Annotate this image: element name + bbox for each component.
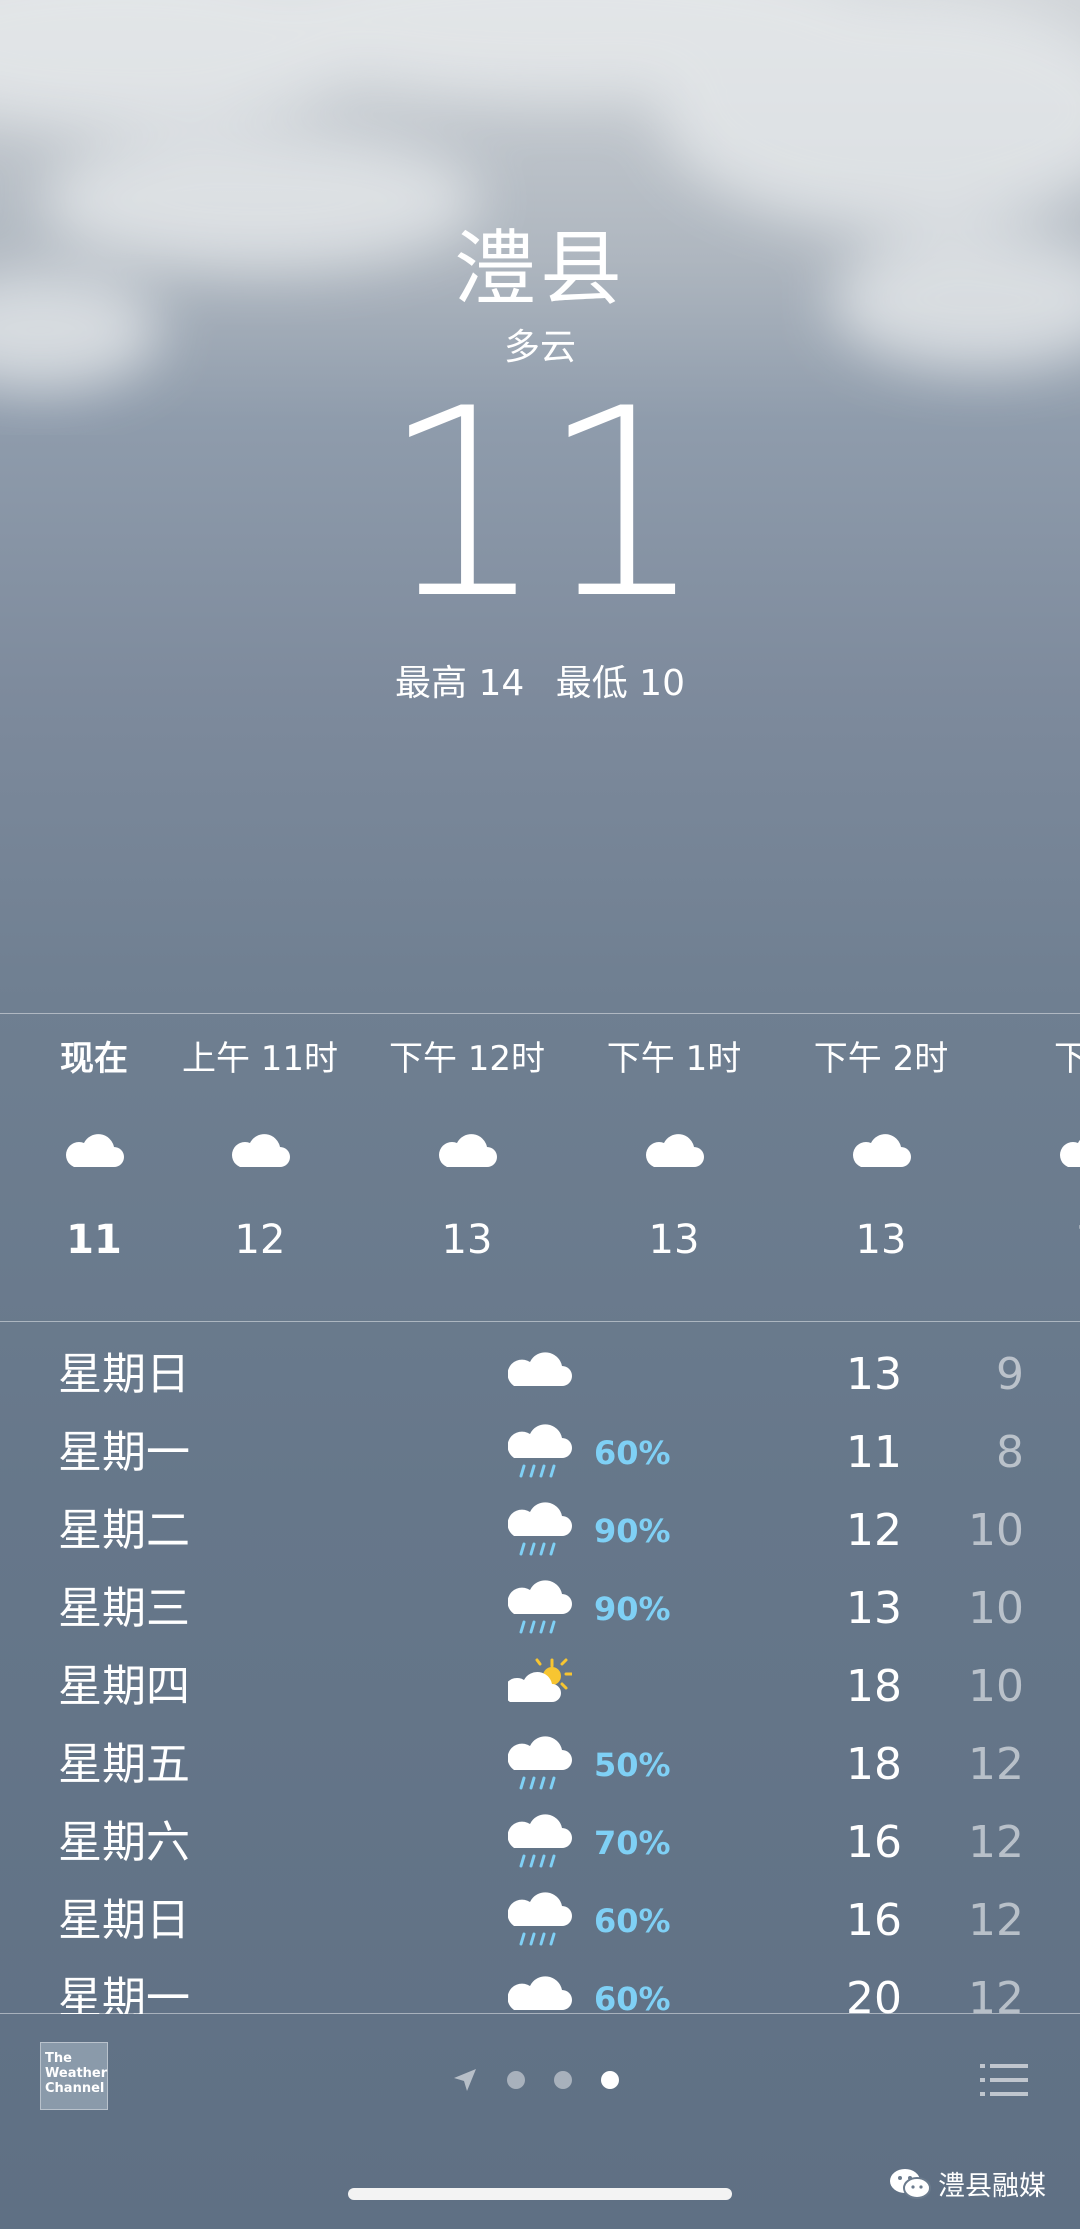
cloud-icon [508,1352,572,1386]
day-name: 星期日 [58,1895,190,1946]
hour-temperature: 12 [234,1217,286,1263]
day-name: 星期三 [58,1583,190,1634]
high-temp: 16 [846,1817,902,1868]
low-temp: 10 [968,1661,1024,1712]
hour-temperature: 13 [441,1217,493,1263]
cloud-icon [853,1134,911,1167]
low-temp: 9 [996,1349,1024,1400]
page-dot [554,2071,572,2089]
daily-row: 星期五 50% 18 12 [0,1726,1080,1804]
hour-label: 下午 1时 [606,1039,742,1079]
weather-channel-logo[interactable]: The Weather Channel [40,2042,108,2110]
low-temp: 12 [968,1739,1024,1790]
high-temp: 16 [846,1895,902,1946]
daily-row: 星期一 60% 20 12 [0,1960,1080,2014]
high-low: 最高 14 最低 10 [0,662,1080,706]
day-name: 星期二 [58,1505,190,1556]
rain-cloud-icon [508,1892,572,1946]
page-indicator[interactable] [452,2060,619,2100]
daily-row: 星期六 70% 16 12 [0,1804,1080,1882]
cloud-icon [439,1134,497,1167]
hourly-item: 下午 12时 13 [367,1014,567,1276]
hour-temperature: 1 [988,1204,1080,1276]
low-temp: 12 [968,1895,1024,1946]
daily-forecast[interactable]: 星期日 13 9 星期一 60% 11 8 星期二 90% 12 10 星期三 … [0,1336,1080,2014]
day-name: 星期四 [58,1661,190,1712]
watermark: 澧县融媒 [888,2164,1046,2203]
hourly-item: 下午 2时 13 [781,1014,981,1276]
high-temp: 13 [846,1349,902,1400]
rain-cloud-icon [508,1814,572,1868]
low-temp: 8 [996,1427,1024,1478]
hour-label: 下午 12时 [388,1039,546,1079]
low-temp: 10 [968,1583,1024,1634]
day-name: 星期一 [58,1973,190,2014]
hourly-item: 下午 1 [988,1014,1080,1276]
watermark-text: 澧县融媒 [938,2171,1046,2202]
day-name: 星期六 [58,1817,190,1868]
precip-chance: 60% [594,1980,671,2014]
high-temp: 18 [846,1661,902,1712]
hour-label: 下午 2时 [813,1039,949,1079]
hourly-item: 下午 1时 13 [574,1014,774,1276]
high-temp: 13 [846,1583,902,1634]
hour-temperature: 13 [648,1217,700,1263]
high-temperature: 最高 14 [395,663,525,704]
rain-cloud-icon [508,1580,572,1634]
precip-chance: 90% [594,1590,671,1628]
hour-label: 下午 [1054,1039,1080,1079]
cloud-icon [646,1134,704,1167]
city-list-icon[interactable] [980,2060,1028,2100]
hourly-item: 上午 11时 12 [160,1014,360,1276]
day-name: 星期日 [58,1349,190,1400]
rain-cloud-icon [508,1736,572,1790]
low-temp: 12 [968,1817,1024,1868]
high-temp: 20 [846,1973,902,2014]
daily-row: 星期一 60% 11 8 [0,1414,1080,1492]
page-dot [507,2071,525,2089]
wechat-icon [890,2168,931,2199]
daily-row: 星期二 90% 12 10 [0,1492,1080,1570]
current-weather: 澧县 多云 11 最高 14 最低 10 [0,220,1080,706]
low-temperature: 最低 10 [555,663,685,704]
low-temp: 10 [968,1505,1024,1556]
cloud-icon [66,1134,124,1167]
high-temp: 12 [846,1505,902,1556]
cloud-icon [232,1134,290,1167]
day-name: 星期五 [58,1739,190,1790]
precip-chance: 60% [594,1434,671,1472]
partly-sunny-icon [508,1658,572,1702]
precip-chance: 50% [594,1746,671,1784]
day-name: 星期一 [58,1427,190,1478]
cloud-icon [508,1976,572,2010]
precip-chance: 90% [594,1512,671,1550]
daily-row: 星期四 18 10 [0,1648,1080,1726]
divider [0,1321,1080,1322]
location-arrow-icon [454,2069,476,2091]
hour-temperature: 13 [855,1217,907,1263]
cloud-icon [1060,1139,1080,1167]
high-temp: 18 [846,1739,902,1790]
current-temperature: 11 [380,354,706,656]
page-dot-active [601,2071,619,2089]
rain-cloud-icon [508,1502,572,1556]
low-temp: 12 [968,1973,1024,2014]
rain-cloud-icon [508,1424,572,1478]
daily-row: 星期日 13 9 [0,1336,1080,1414]
home-indicator[interactable] [348,2188,732,2200]
high-temp: 11 [846,1427,902,1478]
hourly-forecast[interactable]: 现在 11 上午 11时 12 下午 12时 13 下午 1时 13 下午 2时… [0,1014,1080,1320]
precip-chance: 70% [594,1824,671,1862]
daily-row: 星期三 90% 13 10 [0,1570,1080,1648]
daily-row: 星期日 60% 16 12 [0,1882,1080,1960]
city-name: 澧县 [453,222,626,317]
hour-label: 上午 11时 [181,1039,339,1079]
precip-chance: 60% [594,1902,671,1940]
